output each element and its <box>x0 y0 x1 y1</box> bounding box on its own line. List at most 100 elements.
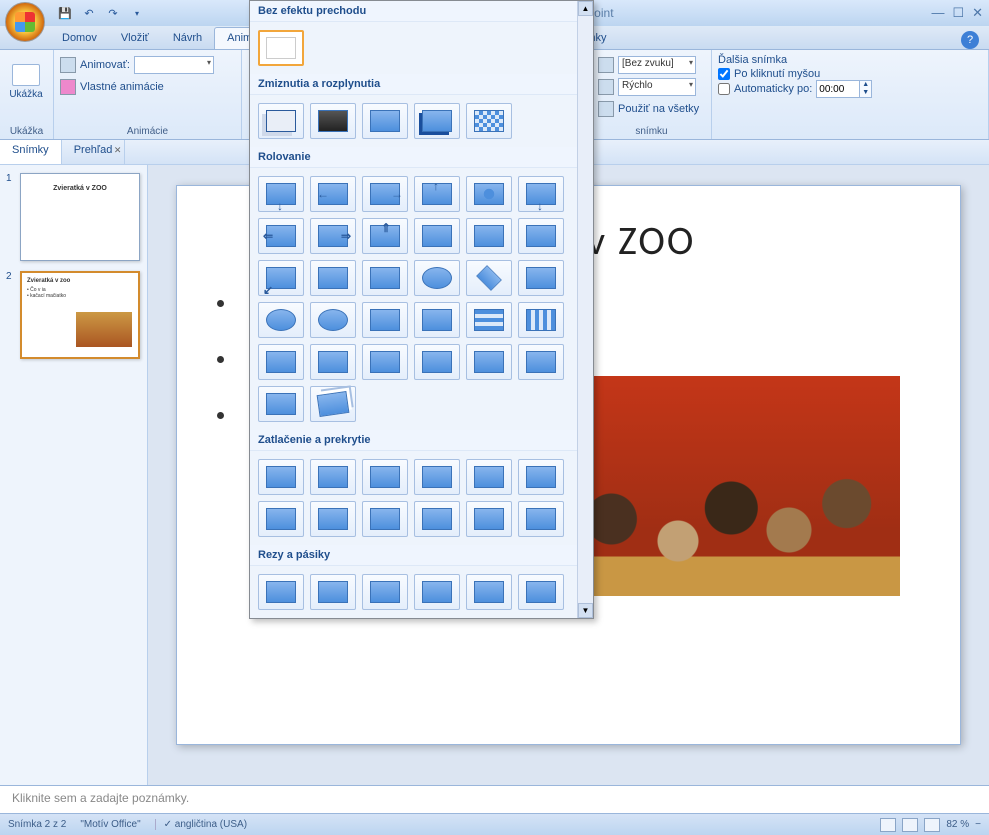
transition-blinds-h[interactable] <box>466 302 512 338</box>
transition-bars-v[interactable] <box>518 574 564 610</box>
tab-vlozit[interactable]: Vložiť <box>109 28 161 49</box>
transition-comb-h[interactable] <box>258 344 304 380</box>
animate-combo[interactable] <box>134 56 214 74</box>
scroll-up-icon[interactable]: ▲ <box>578 1 593 16</box>
transition-cut-black[interactable] <box>414 103 460 139</box>
minimize-button[interactable]: — <box>931 5 944 21</box>
transition-bars-h[interactable] <box>466 574 512 610</box>
transition-cover-rd[interactable] <box>466 501 512 537</box>
help-button[interactable]: ? <box>961 31 979 49</box>
transition-wipe-left[interactable]: ← <box>310 176 356 212</box>
slideshow-view-button[interactable] <box>924 818 940 832</box>
maximize-button[interactable]: ☐ <box>952 5 964 21</box>
transition-wheel-3[interactable] <box>362 302 408 338</box>
thumbnail-panel: 1 Zvieratká v ZOO 2 Zvieratká v zoo • Čo… <box>0 165 148 785</box>
transition-dissolve[interactable] <box>466 103 512 139</box>
gallery-scrollbar[interactable]: ▲ ▼ <box>577 1 593 618</box>
transition-box-in[interactable] <box>466 218 512 254</box>
tab-outline[interactable]: Prehľad✕ <box>62 140 126 164</box>
transition-wedge[interactable] <box>466 176 512 212</box>
apply-to-all-button[interactable]: Použiť na všetky <box>598 98 705 120</box>
tab-domov[interactable]: Domov <box>50 28 109 49</box>
transition-fade-black[interactable] <box>310 103 356 139</box>
custom-animation-button[interactable]: Vlastné animácie <box>60 76 235 98</box>
auto-after-spinner[interactable]: ▲▼ <box>816 80 872 98</box>
tab-navrh[interactable]: Návrh <box>161 28 214 49</box>
thumb-number: 1 <box>6 173 16 261</box>
transition-wipe-up[interactable]: ↑ <box>414 176 460 212</box>
transition-checker-across[interactable] <box>362 344 408 380</box>
transition-push-down[interactable] <box>258 459 304 495</box>
transition-cover-left[interactable] <box>518 459 564 495</box>
status-language[interactable]: ✓ angličtina (USA) <box>155 819 247 830</box>
transition-uncover-down[interactable]: ↓ <box>518 176 564 212</box>
transition-strips-ld[interactable] <box>258 574 304 610</box>
group-animacie-label: Animácie <box>60 126 235 137</box>
scroll-down-icon[interactable]: ▼ <box>578 603 593 618</box>
transition-push-up[interactable] <box>414 459 460 495</box>
transition-cover-ld[interactable] <box>362 501 408 537</box>
on-click-checkbox[interactable]: Po kliknutí myšou <box>718 68 982 80</box>
transition-split-v-out[interactable]: ↙ <box>258 260 304 296</box>
transition-strips-lu[interactable] <box>310 574 356 610</box>
auto-after-value[interactable] <box>816 80 860 98</box>
transition-cover-ru[interactable] <box>518 501 564 537</box>
transition-shape-circle[interactable] <box>414 260 460 296</box>
transition-strips-ru[interactable] <box>414 574 460 610</box>
close-icon[interactable]: ✕ <box>114 145 122 156</box>
transition-wheel-2[interactable] <box>310 302 356 338</box>
thumb-number: 2 <box>6 271 16 359</box>
office-button[interactable] <box>5 2 45 42</box>
transition-fade-smoothly[interactable] <box>258 103 304 139</box>
transition-cover-down[interactable] <box>466 459 512 495</box>
auto-after-checkbox[interactable]: Automaticky po: ▲▼ <box>718 80 982 98</box>
thumbnail-1[interactable]: 1 Zvieratká v ZOO <box>6 173 141 261</box>
save-icon[interactable]: 💾 <box>55 3 75 23</box>
qat-more-icon[interactable]: ▾ <box>127 3 147 23</box>
transition-shape-diamond[interactable] <box>466 260 512 296</box>
close-button[interactable]: ✕ <box>972 5 983 21</box>
preview-button[interactable]: Ukážka <box>6 54 46 109</box>
transition-wipe-down[interactable]: ↓ <box>258 176 304 212</box>
zoom-level[interactable]: 82 % <box>946 819 969 830</box>
notes-pane[interactable]: Kliknite sem a zadajte poznámky. <box>0 785 989 813</box>
transition-split-h-in[interactable] <box>310 260 356 296</box>
transition-cover-lu[interactable] <box>414 501 460 537</box>
transition-push-left[interactable] <box>310 459 356 495</box>
transition-newsflash[interactable] <box>466 344 512 380</box>
zoom-out-button[interactable]: − <box>975 819 981 830</box>
tab-slides-label: Snímky <box>12 144 49 156</box>
transition-shape-plus[interactable] <box>518 260 564 296</box>
transition-strips-rd[interactable] <box>362 574 408 610</box>
transition-speed-combo[interactable]: Rýchlo <box>618 78 696 96</box>
gallery-cat-none: Bez efektu prechodu <box>250 1 593 22</box>
transition-wipe-right[interactable]: → <box>362 176 408 212</box>
redo-icon[interactable]: ↷ <box>103 3 123 23</box>
transition-blinds-v[interactable] <box>518 302 564 338</box>
transition-random-bars-h[interactable] <box>518 344 564 380</box>
transition-uncover-up[interactable]: ⇑ <box>362 218 408 254</box>
tab-slides[interactable]: Snímky <box>0 140 62 164</box>
transition-comb-v[interactable] <box>310 344 356 380</box>
animate-label: Animovať: <box>80 59 130 71</box>
transition-split-v-in[interactable] <box>518 218 564 254</box>
transition-random[interactable] <box>310 386 356 422</box>
transition-random-bars-v[interactable] <box>258 386 304 422</box>
transition-wheel-1[interactable] <box>258 302 304 338</box>
transition-wheel-4[interactable] <box>414 302 460 338</box>
transition-push-right[interactable] <box>362 459 408 495</box>
transition-uncover-left[interactable]: ⇐ <box>258 218 304 254</box>
transition-box-out[interactable] <box>414 218 460 254</box>
transition-cover-up[interactable] <box>310 501 356 537</box>
undo-icon[interactable]: ↶ <box>79 3 99 23</box>
transition-sound-combo[interactable]: [Bez zvuku] <box>618 56 696 74</box>
transition-none[interactable] <box>258 30 304 66</box>
transition-split-h-out[interactable] <box>362 260 408 296</box>
transition-uncover-right[interactable]: ⇒ <box>310 218 356 254</box>
sorter-view-button[interactable] <box>902 818 918 832</box>
transition-cover-right[interactable] <box>258 501 304 537</box>
normal-view-button[interactable] <box>880 818 896 832</box>
transition-cut[interactable] <box>362 103 408 139</box>
thumbnail-2[interactable]: 2 Zvieratká v zoo • Čo v ia • kačací mač… <box>6 271 141 359</box>
transition-checker-down[interactable] <box>414 344 460 380</box>
